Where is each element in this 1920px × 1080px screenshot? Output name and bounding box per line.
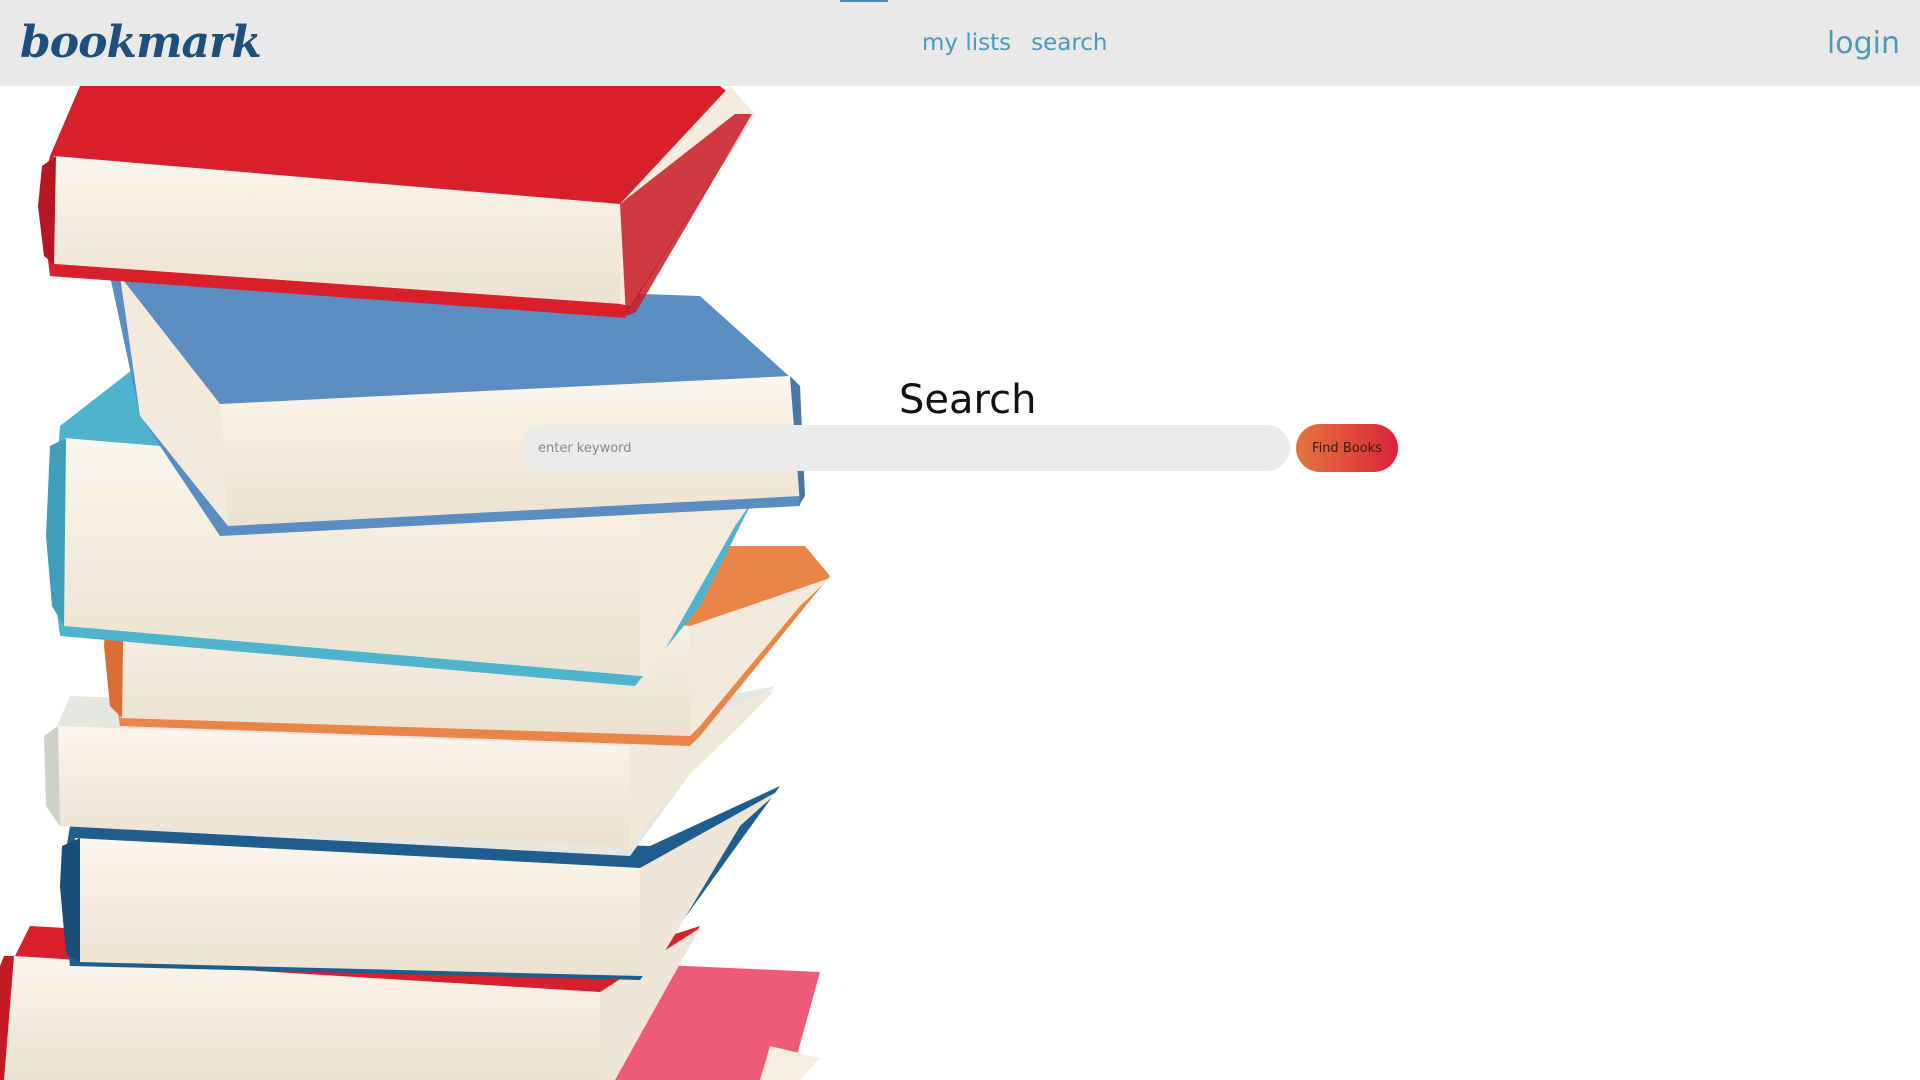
nav-link-search[interactable]: search [1031,28,1107,58]
nav-link-my-lists[interactable]: my lists [922,28,1011,58]
find-books-button[interactable]: Find Books [1296,424,1398,472]
book-light-blue [110,276,805,536]
top-navbar: bookmark my lists search login [0,0,1920,86]
search-title: Search [899,377,1037,423]
login-link[interactable]: login [1827,24,1900,64]
nav-links: my lists search [922,28,1108,58]
search-input[interactable] [522,425,1290,471]
brand-logo[interactable]: bookmark [20,14,262,72]
book-stack-illustration [0,86,830,1080]
active-tab-indicator [840,0,888,2]
